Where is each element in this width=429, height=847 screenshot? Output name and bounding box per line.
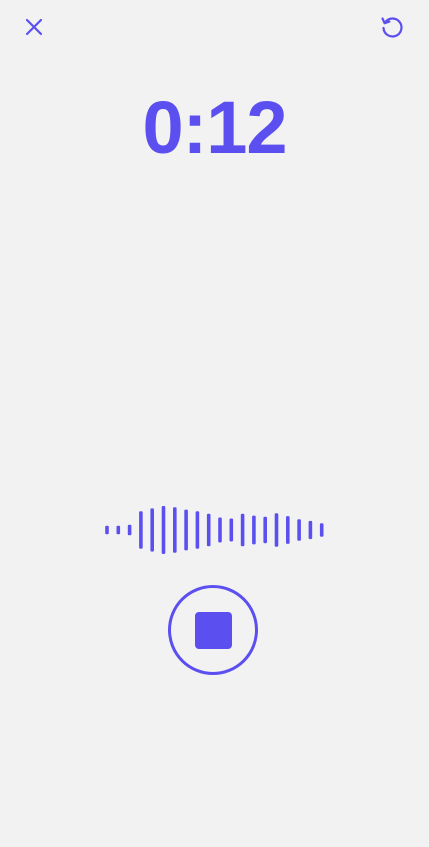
waveform-bar <box>274 513 279 547</box>
waveform-bar <box>184 509 188 551</box>
waveform-bar <box>195 511 200 549</box>
waveform-bar <box>319 523 324 537</box>
waveform-bar <box>297 519 301 541</box>
reset-icon <box>381 17 403 38</box>
waveform-bar <box>308 520 313 540</box>
waveform-bar <box>206 513 211 547</box>
stop-recording-button[interactable] <box>168 585 258 675</box>
waveform-bar <box>229 518 234 542</box>
close-button[interactable] <box>17 10 51 44</box>
waveform-bar <box>116 525 121 535</box>
close-icon <box>25 18 43 36</box>
reset-button[interactable] <box>375 10 409 44</box>
waveform-bar <box>127 524 132 536</box>
elapsed-time: 0:12 <box>142 86 287 169</box>
waveform-bar <box>139 511 143 549</box>
stop-icon <box>194 611 232 649</box>
audio-waveform <box>105 506 324 554</box>
waveform-bar <box>105 525 109 535</box>
waveform-bar <box>252 515 256 545</box>
waveform-bar <box>161 506 166 554</box>
waveform-bar <box>173 507 177 553</box>
waveform-bar <box>240 513 245 547</box>
waveform-bar <box>150 508 154 552</box>
waveform-bar <box>286 516 290 544</box>
waveform-bar <box>263 516 267 544</box>
waveform-bar <box>218 517 222 543</box>
